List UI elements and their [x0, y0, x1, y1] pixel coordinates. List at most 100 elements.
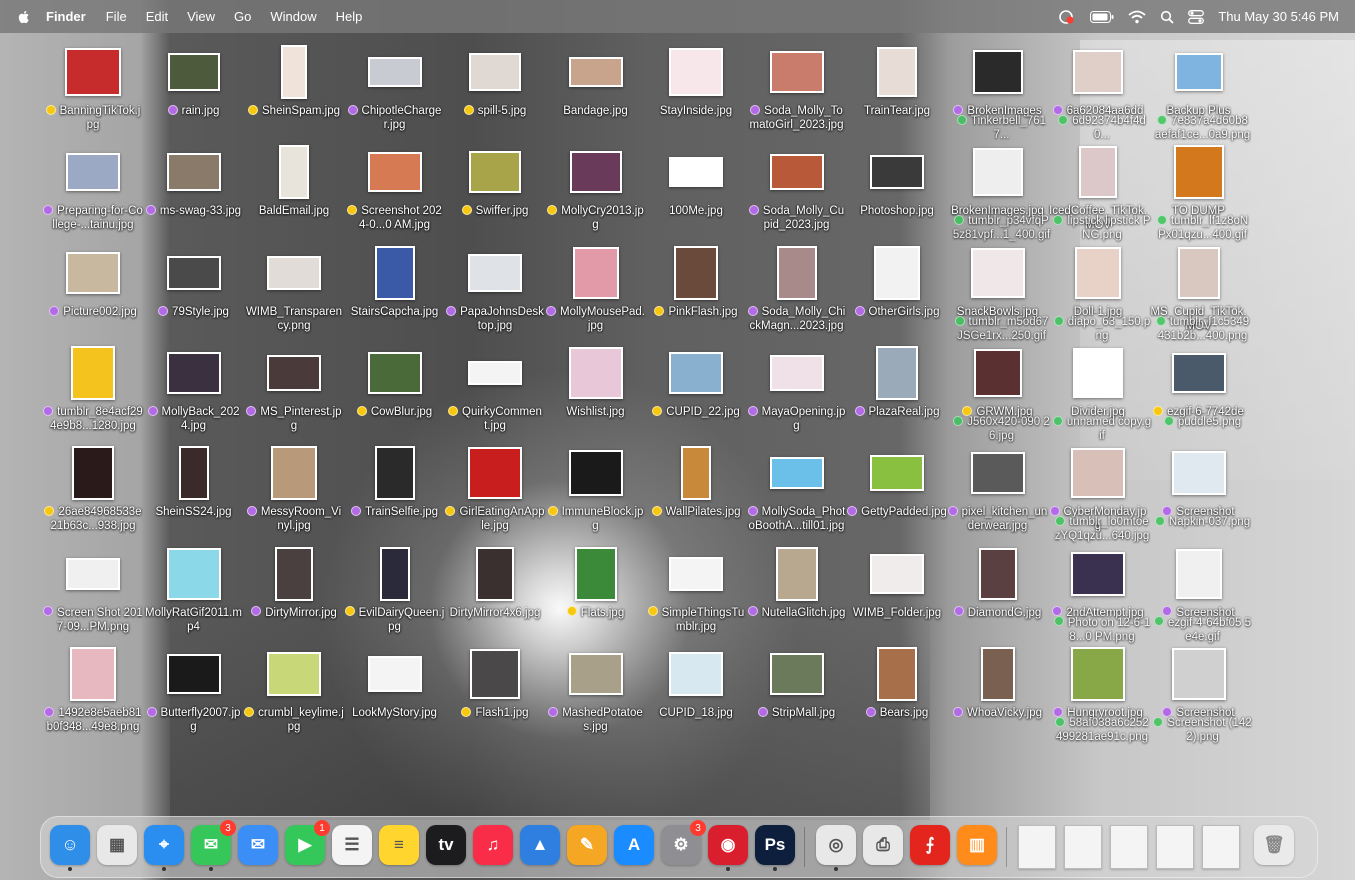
- facetime-icon[interactable]: ▶ 1: [285, 820, 330, 865]
- desktop-file-icon[interactable]: ms-swag-33.jpg: [144, 133, 244, 233]
- desktop-file-icon[interactable]: Butterfly2007.jpg: [144, 635, 244, 735]
- overlapping-file-label[interactable]: unnamed copy.gif: [1052, 415, 1152, 443]
- desktop-file-icon[interactable]: StayInside.jpg: [646, 33, 746, 133]
- overlapping-file-label[interactable]: tumblr_lo0mtoe zYQ1qzu...640.jpg: [1052, 515, 1152, 543]
- apple-menu-icon[interactable]: [16, 9, 32, 25]
- desktop-file-icon[interactable]: OtherGirls.jpg: [847, 234, 947, 334]
- desktop-file-icon[interactable]: EvilDairyQueen.jpg: [344, 535, 445, 635]
- photoshop-icon[interactable]: Ps: [755, 825, 795, 871]
- finder-icon[interactable]: ☺: [50, 825, 90, 871]
- pages-icon[interactable]: ✎: [567, 825, 607, 865]
- overlapping-file-label[interactable]: tumblr_p34vfqP 5z81vpf...1_400.gif: [952, 214, 1052, 242]
- desktop-file-icon[interactable]: 26ae84968533e21b63c...938.jpg: [43, 434, 143, 534]
- desktop-file-icon[interactable]: GirlEatingAnApple.jpg: [445, 434, 545, 534]
- desktop-file-icon[interactable]: StripMall.jpg: [747, 635, 847, 735]
- overlapping-file-label[interactable]: lipstick lipstick PNG.png: [1052, 214, 1152, 242]
- books-icon[interactable]: ▥: [957, 825, 997, 865]
- menu-go[interactable]: Go: [234, 9, 251, 24]
- desktop-file-icon[interactable]: Wishlist.jpg: [546, 334, 646, 434]
- desktop-file-icon[interactable]: DirtyMirror4x6.jpg: [445, 535, 545, 635]
- music-icon[interactable]: ♫: [473, 825, 513, 865]
- recent-document-4-icon[interactable]: [1202, 825, 1240, 869]
- desktop-file-icon[interactable]: GettyPadded.jpg: [847, 434, 947, 534]
- desktop-file-icon[interactable]: WallPilates.jpg: [646, 434, 746, 534]
- desktop-file-icon[interactable]: NutellaGlitch.jpg: [747, 535, 847, 635]
- desktop-file-icon[interactable]: Soda_Molly_TomatoGirl_2023.jpg: [747, 33, 847, 133]
- desktop-file-icon[interactable]: pixel_kitchen_underwear.jpg: [947, 434, 1048, 534]
- overlapping-file-label[interactable]: 6d92374b4f4d0...: [1052, 114, 1152, 142]
- recent-document-1-icon[interactable]: [1064, 825, 1102, 869]
- overlapping-file-label[interactable]: Tinkerbell_7617...: [952, 114, 1052, 142]
- keynote-icon[interactable]: ▲: [520, 825, 560, 865]
- desktop-file-icon[interactable]: Photoshop.jpg: [847, 133, 947, 233]
- desktop-file-icon[interactable]: 79Style.jpg: [144, 234, 244, 334]
- acrobat-icon[interactable]: ⨍: [910, 825, 950, 865]
- overlapping-file-label[interactable]: 58af038a6c252 499281ae91c.png: [1052, 716, 1152, 744]
- desktop-file-icon[interactable]: CowBlur.jpg: [345, 334, 445, 434]
- desktop-file-icon[interactable]: rain.jpg: [144, 33, 244, 133]
- overlapping-file-label[interactable]: tumblr_m5od67 JSGe1rx...250.gif: [952, 315, 1052, 343]
- desktop-file-icon[interactable]: Screenshot 2024-0...0 AM.jpg: [345, 133, 445, 233]
- desktop-file-icon[interactable]: Bandage.jpg: [546, 33, 646, 133]
- desktop-file-icon[interactable]: crumbl_keylime.jpg: [244, 635, 344, 735]
- menu-bar-clock[interactable]: Thu May 30 5:46 PM: [1218, 9, 1339, 24]
- menu-view[interactable]: View: [187, 9, 215, 24]
- desktop-file-icon[interactable]: Swiffer.jpg: [445, 133, 545, 233]
- desktop-file-icon[interactable]: MollyBack_2024.jpg: [144, 334, 244, 434]
- desktop-file-icon[interactable]: spill-5.jpg: [445, 33, 545, 133]
- desktop-file-icon[interactable]: MollySoda_PhotoBoothA...till01.jpg: [747, 434, 847, 534]
- desktop-file-icon[interactable]: WIMB_Folder.jpg: [847, 535, 947, 635]
- menu-window[interactable]: Window: [270, 9, 316, 24]
- desktop-file-icon[interactable]: Bears.jpg: [847, 635, 947, 735]
- desktop-file-icon[interactable]: ImmuneBlock.jpg: [546, 434, 646, 534]
- desktop-file-icon[interactable]: CUPID_22.jpg: [646, 334, 746, 434]
- overlapping-file-label[interactable]: tumblr_f1c5349 431b2b...400.png: [1153, 315, 1253, 343]
- desktop-file-icon[interactable]: 1492e8e5aeb81b0f348...49e8.png: [43, 635, 143, 735]
- desktop-file-icon[interactable]: Screen Shot 2017-09...PM.png: [43, 535, 143, 635]
- desktop-file-icon[interactable]: MollyRatGif2011.mp4: [144, 535, 244, 635]
- recent-document-2-icon[interactable]: [1110, 825, 1148, 869]
- notes-icon[interactable]: ≡: [379, 825, 419, 865]
- app-store-icon[interactable]: A: [614, 825, 654, 865]
- desktop-file-icon[interactable]: BaldEmail.jpg: [244, 133, 344, 233]
- overlapping-file-label[interactable]: diapo_63_150.png: [1052, 315, 1152, 343]
- desktop-file-icon[interactable]: SheinSpam.jpg: [244, 33, 344, 133]
- overlapping-file-label[interactable]: Napkin-037.png: [1153, 515, 1253, 529]
- printer-icon[interactable]: ⎙: [863, 825, 903, 865]
- desktop-file-icon[interactable]: ChipotleCharger.jpg: [345, 33, 445, 133]
- desktop-file-icon[interactable]: MessyRoom_Vinyl.jpg: [244, 434, 344, 534]
- desktop-file-icon[interactable]: Preparing-for-College-...tainu.jpg: [43, 133, 143, 233]
- desktop-file-icon[interactable]: Flats.jpg: [546, 535, 646, 635]
- desktop-file-icon[interactable]: MayaOpening.jpg: [747, 334, 847, 434]
- launchpad-icon[interactable]: ▦: [97, 825, 137, 865]
- screen-recording-icon[interactable]: [1058, 9, 1076, 25]
- desktop-file-icon[interactable]: Picture002.jpg: [43, 234, 143, 334]
- reminders-icon[interactable]: ☰: [332, 825, 372, 865]
- overlapping-file-label[interactable]: tumblr_lf1z8oN Px01qzu...400.gif: [1153, 214, 1253, 242]
- desktop-file-icon[interactable]: CUPID_18.jpg: [646, 635, 746, 735]
- control-center-icon[interactable]: [1188, 9, 1205, 24]
- desktop-file-icon[interactable]: 100Me.jpg: [646, 133, 746, 233]
- messages-icon[interactable]: ✉ 3: [191, 820, 236, 871]
- trash-icon[interactable]: 🗑: [1254, 825, 1294, 865]
- overlapping-file-label[interactable]: ezgif-4-64bf05 5e4e.gif: [1153, 616, 1253, 644]
- desktop-file-icon[interactable]: PlazaReal.jpg: [847, 334, 947, 434]
- chrome-icon[interactable]: ◎: [816, 825, 856, 871]
- desktop-file-icon[interactable]: MollyMousePad.jpg: [545, 234, 646, 334]
- desktop-file-icon[interactable]: Soda_Molly_Cupid_2023.jpg: [747, 133, 847, 233]
- overlapping-file-label[interactable]: Photo on 12-6-18...0 PM.png: [1052, 616, 1152, 644]
- pdf-document-icon[interactable]: [1018, 825, 1056, 869]
- overlapping-file-label[interactable]: Screenshot (1422).png: [1153, 716, 1253, 744]
- desktop-file-icon[interactable]: WhoaVicky.jpg: [948, 635, 1048, 735]
- desktop-file-icon[interactable]: MS_Pinterest.jpg: [244, 334, 344, 434]
- menu-edit[interactable]: Edit: [146, 9, 168, 24]
- desktop-file-icon[interactable]: DiamondG.jpg: [948, 535, 1048, 635]
- desktop-file-icon[interactable]: WIMB_Transparency.png: [244, 234, 344, 334]
- system-settings-icon[interactable]: ⚙ 3: [661, 820, 706, 865]
- safari-icon[interactable]: ⌖: [144, 825, 184, 871]
- photo-booth-icon[interactable]: ◉: [708, 825, 748, 871]
- menu-file[interactable]: File: [106, 9, 127, 24]
- overlapping-file-label[interactable]: puddle5.png: [1153, 415, 1253, 429]
- menu-help[interactable]: Help: [336, 9, 363, 24]
- desktop-file-icon[interactable]: StairsCapcha.jpg: [345, 234, 445, 334]
